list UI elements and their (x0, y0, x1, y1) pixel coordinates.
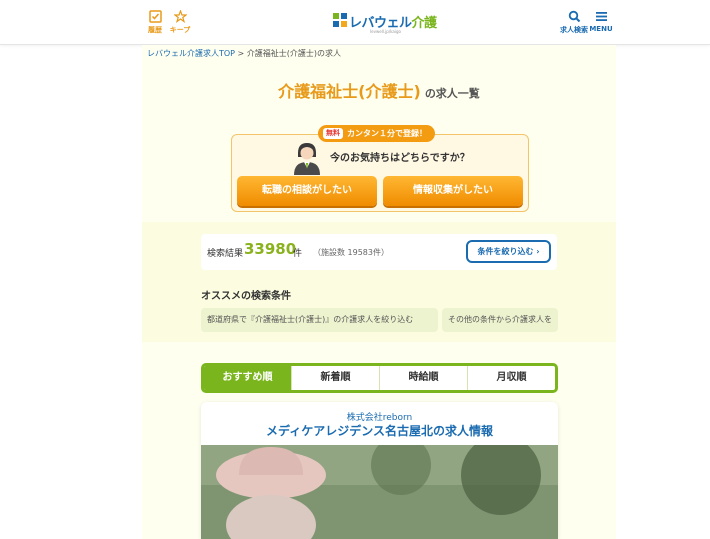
tab-monthly-wage[interactable]: 月収順 (467, 366, 555, 390)
sort-tabs: おすすめ順 新着順 時給順 月収順 (201, 363, 558, 393)
tab-recommended[interactable]: おすすめ順 (204, 366, 291, 390)
breadcrumb: レバウェル介護求人TOP > 介護福祉士(介護士)の求人 (147, 48, 341, 59)
recommended-chip[interactable]: 都道府県で『介護福祉士(介護士)』の介護求人を絞り込む (201, 308, 438, 332)
logo-mark-icon (333, 13, 347, 27)
breadcrumb-current: 介護福祉士(介護士)の求人 (246, 49, 342, 58)
facility-count: （施設数 19583件） (313, 248, 389, 257)
free-badge: 無料 (323, 128, 343, 139)
menu-label: MENU (589, 25, 613, 33)
job-title[interactable]: メディケアレジデンス名古屋北の求人情報 (201, 422, 558, 439)
site-logo[interactable]: レバウェル介護 levwell.jp/kaigo (332, 10, 437, 36)
result-unit: 件 (293, 249, 303, 259)
history-label: 履歴 (148, 26, 162, 34)
checkbox-icon (148, 10, 162, 23)
site-header: 履歴 キープ レバウェル介護 levwell.jp/kaigo 求人検索 MEN… (0, 0, 710, 45)
advisor-illustration-icon (294, 143, 320, 175)
job-search-label: 求人検索 (560, 26, 588, 34)
job-card[interactable]: 株式会社reborn メディケアレジデンス名古屋北の求人情報 (201, 402, 558, 539)
menu-button[interactable]: MENU (588, 10, 614, 33)
search-icon (568, 10, 580, 23)
page-title-main: 介護福祉士(介護士) (278, 82, 421, 101)
register-badge-text: カンタン１分で登録！ (347, 129, 427, 138)
change-job-consult-button[interactable]: 転職の相談がしたい (237, 176, 377, 206)
hamburger-menu-icon (595, 12, 607, 21)
search-results-section: 検索結果 33980 件 （施設数 19583件） 条件を絞り込む › オススメ… (142, 222, 616, 342)
job-photo (201, 445, 558, 539)
page-title-suffix: の求人一覧 (424, 87, 480, 100)
tab-newest[interactable]: 新着順 (291, 366, 379, 390)
recommended-chip[interactable]: その他の条件から介護求人を (442, 308, 558, 332)
breadcrumb-separator: > (235, 49, 247, 58)
result-summary: 検索結果 33980 件 （施設数 19583件） 条件を絞り込む › (201, 234, 557, 270)
breadcrumb-home-link[interactable]: レバウェル介護求人TOP (147, 49, 235, 58)
star-icon (173, 10, 187, 23)
chevron-right-icon: › (536, 247, 540, 256)
consultation-panel: 無料 カンタン１分で登録！ 今のお気持ちはどちらですか？ 転職の相談がしたい 情報… (231, 125, 529, 212)
photo-scene (201, 445, 558, 539)
recommended-conditions-title: オススメの検索条件 (201, 291, 291, 302)
consult-question: 今のお気持ちはどちらですか？ (330, 153, 470, 164)
result-label: 検索結果 (207, 249, 244, 259)
result-count: 33980 (244, 240, 297, 258)
keep-button[interactable]: キープ (165, 10, 195, 35)
job-search-button[interactable]: 求人検索 (558, 10, 590, 35)
page-title: 介護福祉士(介護士) の求人一覧 (142, 78, 616, 102)
register-badge: 無料 カンタン１分で登録！ (318, 125, 435, 142)
narrow-conditions-button[interactable]: 条件を絞り込む › (466, 240, 551, 263)
logo-subtext: levwell.jp/kaigo (370, 29, 401, 34)
info-gathering-button[interactable]: 情報収集がしたい (383, 176, 523, 206)
tab-hourly-wage[interactable]: 時給順 (379, 366, 467, 390)
main-content: レバウェル介護求人TOP > 介護福祉士(介護士)の求人 介護福祉士(介護士) の… (142, 45, 616, 539)
keep-label: キープ (169, 26, 191, 34)
